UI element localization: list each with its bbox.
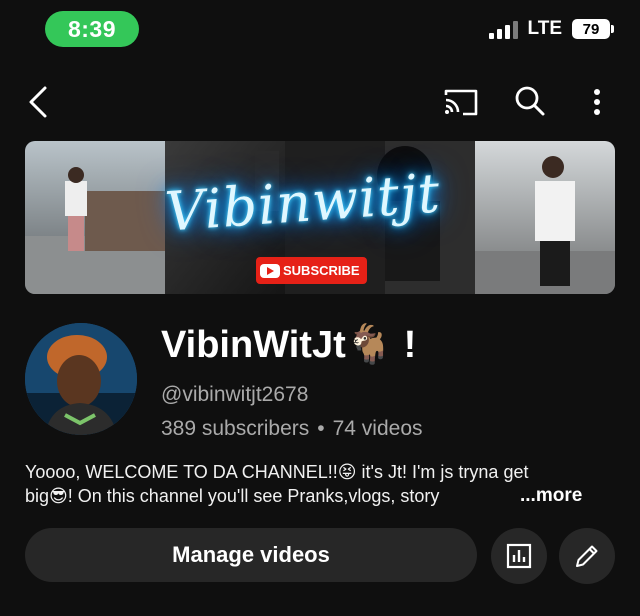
status-time: 8:39: [45, 11, 139, 47]
edit-channel-button[interactable]: [559, 528, 615, 584]
search-icon: [515, 86, 545, 116]
channel-page: 8:39 LTE 79 Vibinwitjt SUBSCRIBE VibinWi…: [0, 0, 640, 616]
subscriber-count: 389 subscribers: [161, 417, 310, 440]
banner-subscribe-label: SUBSCRIBE: [283, 263, 360, 278]
channel-description[interactable]: Yoooo, WELCOME TO DA CHANNEL!!😝 it's Jt!…: [25, 460, 605, 508]
channel-stats: 389 subscribers • 74 videos: [161, 417, 423, 441]
channel-name: VibinWitJt🐐 !: [161, 324, 417, 366]
banner-subscribe-badge: SUBSCRIBE: [256, 257, 367, 284]
video-count: 74 videos: [332, 417, 423, 440]
analytics-icon: [506, 543, 532, 569]
stats-separator: •: [317, 417, 325, 440]
signal-icon: [488, 19, 518, 39]
more-vert-icon: [594, 89, 600, 115]
back-button[interactable]: [20, 82, 56, 122]
manage-videos-button[interactable]: Manage videos: [25, 528, 477, 582]
network-type: LTE: [527, 18, 562, 39]
analytics-button[interactable]: [491, 528, 547, 584]
search-button[interactable]: [512, 83, 548, 119]
avatar-photo: [25, 323, 137, 435]
description-line-1: Yoooo, WELCOME TO DA CHANNEL!!😝 it's Jt!…: [25, 462, 529, 482]
youtube-logo-icon: [260, 263, 280, 278]
cast-button[interactable]: [442, 84, 480, 120]
channel-avatar[interactable]: [25, 323, 137, 435]
pencil-icon: [576, 545, 598, 567]
back-arrow-icon: [29, 86, 47, 118]
cast-icon: [444, 89, 478, 116]
description-line-2: big😎! On this channel you'll see Pranks,…: [25, 486, 440, 506]
status-indicators: LTE 79: [488, 18, 614, 40]
battery-icon: 79: [572, 19, 614, 39]
description-more-link[interactable]: ...more: [520, 485, 582, 507]
channel-handle: @vibinwitjt2678: [161, 383, 309, 406]
more-options-button[interactable]: [582, 84, 612, 120]
